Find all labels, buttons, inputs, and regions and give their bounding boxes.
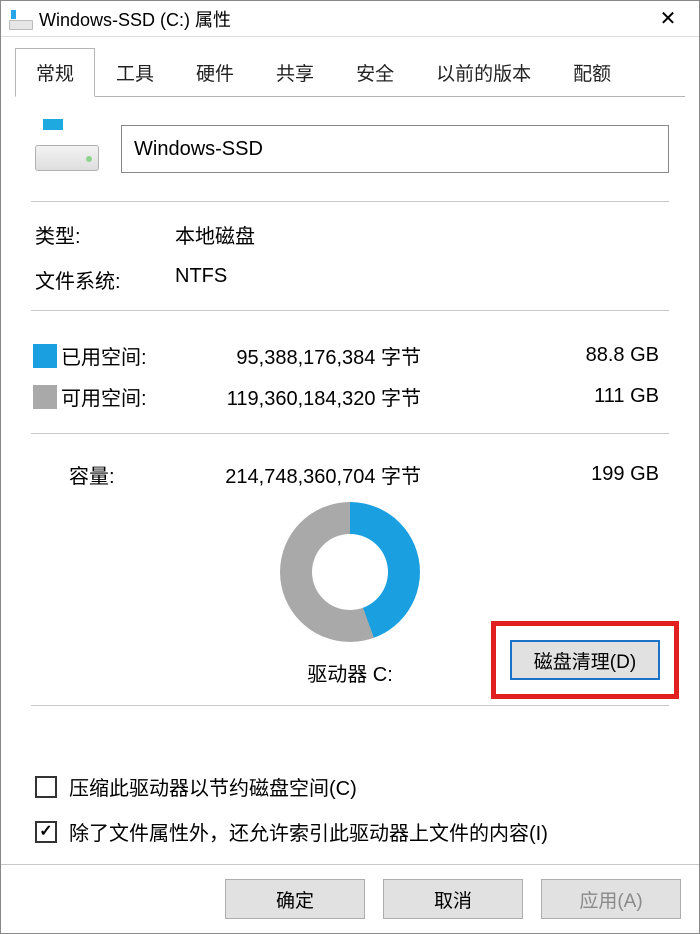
tab-previous-versions[interactable]: 以前的版本 bbox=[415, 48, 552, 97]
capacity-bytes: 214,748,360,704 字节 bbox=[181, 460, 431, 489]
tab-tools[interactable]: 工具 bbox=[95, 48, 175, 97]
window-title: Windows-SSD (C:) 属性 bbox=[39, 6, 647, 32]
capacity-gb: 199 GB bbox=[431, 463, 667, 486]
used-label: 已用空间: bbox=[61, 341, 181, 370]
tab-sharing[interactable]: 共享 bbox=[255, 48, 335, 97]
close-icon[interactable]: ✕ bbox=[647, 5, 689, 33]
compress-checkbox[interactable] bbox=[35, 776, 57, 798]
usage-donut-chart bbox=[280, 502, 420, 642]
type-value: 本地磁盘 bbox=[175, 220, 665, 249]
separator bbox=[31, 433, 669, 434]
compress-label: 压缩此驱动器以节约磁盘空间(C) bbox=[69, 772, 357, 801]
properties-dialog: Windows-SSD (C:) 属性 ✕ 常规 工具 硬件 共享 安全 以前的… bbox=[0, 0, 700, 934]
tab-content-general: 类型: 本地磁盘 文件系统: NTFS 已用空间: 95,388,176,384… bbox=[1, 97, 699, 864]
separator bbox=[31, 310, 669, 311]
filesystem-value: NTFS bbox=[175, 265, 665, 294]
tab-hardware[interactable]: 硬件 bbox=[175, 48, 255, 97]
tab-strip: 常规 工具 硬件 共享 安全 以前的版本 配额 bbox=[15, 47, 685, 97]
filesystem-label: 文件系统: bbox=[35, 265, 175, 294]
drive-large-icon bbox=[35, 125, 99, 173]
used-swatch-icon bbox=[33, 344, 57, 368]
type-label: 类型: bbox=[35, 220, 175, 249]
drive-letter-label: 驱动器 C: bbox=[307, 658, 393, 687]
drive-icon bbox=[9, 10, 31, 28]
free-bytes: 119,360,184,320 字节 bbox=[181, 382, 431, 411]
ok-button[interactable]: 确定 bbox=[225, 879, 365, 919]
titlebar: Windows-SSD (C:) 属性 ✕ bbox=[1, 1, 699, 37]
separator bbox=[31, 705, 669, 706]
index-label: 除了文件属性外，还允许索引此驱动器上文件的内容(I) bbox=[69, 817, 548, 846]
drive-name-input[interactable] bbox=[121, 125, 669, 173]
highlight-box: 磁盘清理(D) bbox=[491, 621, 679, 699]
apply-button[interactable]: 应用(A) bbox=[541, 879, 681, 919]
free-label: 可用空间: bbox=[61, 382, 181, 411]
separator bbox=[31, 201, 669, 202]
tab-quota[interactable]: 配额 bbox=[552, 48, 632, 97]
used-gb: 88.8 GB bbox=[431, 344, 667, 367]
disk-cleanup-button[interactable]: 磁盘清理(D) bbox=[510, 640, 660, 680]
capacity-label: 容量: bbox=[33, 460, 181, 489]
free-gb: 111 GB bbox=[431, 385, 667, 408]
tab-security[interactable]: 安全 bbox=[335, 48, 415, 97]
index-checkbox[interactable] bbox=[35, 821, 57, 843]
free-swatch-icon bbox=[33, 385, 57, 409]
cancel-button[interactable]: 取消 bbox=[383, 879, 523, 919]
used-bytes: 95,388,176,384 字节 bbox=[181, 341, 431, 370]
tab-general[interactable]: 常规 bbox=[15, 48, 95, 97]
dialog-footer: 确定 取消 应用(A) bbox=[1, 864, 699, 933]
